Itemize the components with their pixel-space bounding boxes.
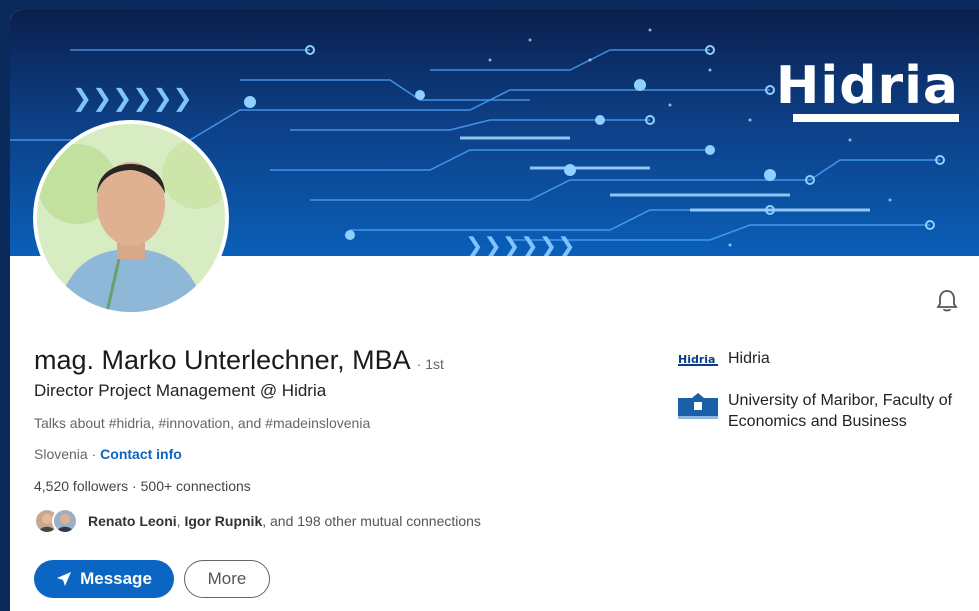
mutual-avatar-2 <box>52 508 78 534</box>
experience-name-hidria: Hidria <box>728 350 770 367</box>
followers-count[interactable]: 4,520 followers <box>34 478 128 494</box>
hidria-logo: Hidria <box>678 348 718 370</box>
message-button[interactable]: Message <box>34 560 174 598</box>
location-row: Slovenia · Contact info <box>34 446 182 462</box>
experience-hidria[interactable]: Hidria Hidria <box>678 348 968 370</box>
mutual-text: Renato Leoni, Igor Rupnik, and 198 other… <box>88 513 481 529</box>
stats-separator: · <box>128 478 141 494</box>
svg-text:❯❯❯❯❯❯: ❯❯❯❯❯❯ <box>465 234 576 256</box>
brand-underline <box>793 114 959 122</box>
location: Slovenia · <box>34 446 97 462</box>
profile-card: ❯❯❯❯❯❯ ❯❯❯❯❯❯ Hidria mag. Marko Unterlec… <box>10 10 979 611</box>
name-row: mag. Marko Unterlechner, MBA · 1st <box>34 345 444 376</box>
mutual-name-2: Igor Rupnik <box>184 513 263 529</box>
mutual-rest: , and 198 other mutual connections <box>262 513 481 529</box>
paper-plane-icon <box>57 572 72 586</box>
connections-count[interactable]: 500+ connections <box>141 478 251 494</box>
talks-about: Talks about #hidria, #innovation, and #m… <box>34 415 371 431</box>
mutual-connections[interactable]: Renato Leoni, Igor Rupnik, and 198 other… <box>34 508 481 534</box>
profile-name: mag. Marko Unterlechner, MBA <box>34 345 411 375</box>
more-button[interactable]: More <box>184 560 270 598</box>
bell-icon[interactable] <box>934 288 960 314</box>
profile-avatar[interactable] <box>33 120 229 316</box>
connection-degree: · 1st <box>416 356 444 372</box>
hidria-brand-logo: Hidria <box>775 56 959 116</box>
contact-info-link[interactable]: Contact info <box>100 446 182 462</box>
svg-text:❯❯❯❯❯❯: ❯❯❯❯❯❯ <box>72 84 193 112</box>
education-name-university: University of Maribor, Faculty of Econom… <box>728 392 953 430</box>
profile-headline: Director Project Management @ Hidria <box>34 381 327 400</box>
education-university[interactable]: University of Maribor, Faculty of Econom… <box>678 390 968 432</box>
mutual-name-1: Renato Leoni <box>88 513 177 529</box>
stats-row: 4,520 followers · 500+ connections <box>34 478 251 494</box>
university-logo <box>678 390 718 420</box>
message-label: Message <box>80 569 152 588</box>
